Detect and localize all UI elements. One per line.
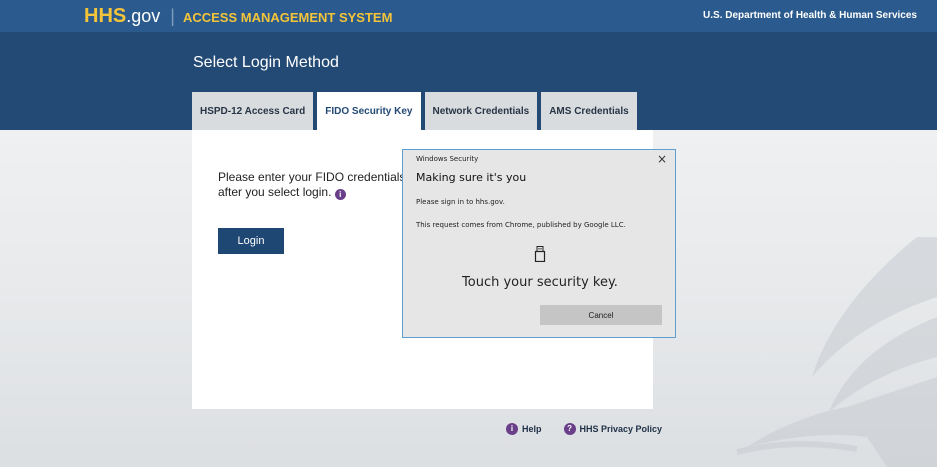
tab-hspd12[interactable]: HSPD-12 Access Card: [192, 92, 314, 130]
help-label: Help: [522, 424, 542, 434]
footer-links: i Help ? HHS Privacy Policy: [506, 423, 684, 435]
brand-gov: .gov: [126, 6, 161, 26]
system-name: ACCESS MANAGEMENT SYSTEM: [182, 10, 393, 25]
top-bar: HHS .gov | ACCESS MANAGEMENT SYSTEM U.S.…: [0, 0, 937, 32]
brand-hhs: HHS: [84, 5, 127, 27]
page-title: Select Login Method: [193, 54, 339, 71]
hhs-logo[interactable]: HHS .gov | ACCESS MANAGEMENT SYSTEM: [84, 5, 392, 27]
touch-key-text: Touch your security key.: [462, 275, 618, 290]
close-icon[interactable]: ×: [657, 152, 667, 166]
windows-security-dialog: Windows Security × Making sure it's you …: [402, 149, 676, 338]
question-icon: ?: [563, 423, 576, 435]
dialog-request-text: This request comes from Chrome, publishe…: [416, 221, 626, 229]
dialog-signin-text: Please sign in to hhs.gov.: [416, 198, 505, 206]
info-icon: i: [506, 423, 518, 435]
cancel-button[interactable]: Cancel: [540, 305, 662, 325]
brand-separator: |: [170, 6, 175, 26]
dialog-header: Windows Security: [416, 155, 479, 163]
department-name: U.S. Department of Health & Human Servic…: [703, 10, 917, 21]
privacy-policy-link[interactable]: ? HHS Privacy Policy: [563, 423, 663, 435]
privacy-label: HHS Privacy Policy: [579, 424, 663, 434]
hhs-eagle-watermark-icon: [736, 237, 937, 467]
tab-ams-credentials[interactable]: AMS Credentials: [541, 92, 637, 130]
info-icon[interactable]: i: [334, 189, 346, 200]
help-link[interactable]: i Help: [506, 423, 542, 435]
dialog-title: Making sure it's you: [416, 171, 527, 184]
login-method-tabs: HSPD-12 Access Card FIDO Security Key Ne…: [192, 92, 641, 130]
tab-fido[interactable]: FIDO Security Key: [317, 92, 421, 130]
fido-instructions: Please enter your FIDO credentials after…: [218, 170, 418, 200]
tab-network-credentials[interactable]: Network Credentials: [424, 92, 538, 130]
login-button[interactable]: Login: [218, 228, 284, 254]
usb-security-key-icon: [534, 246, 546, 262]
instructions-text: Please enter your FIDO credentials after…: [218, 170, 406, 199]
